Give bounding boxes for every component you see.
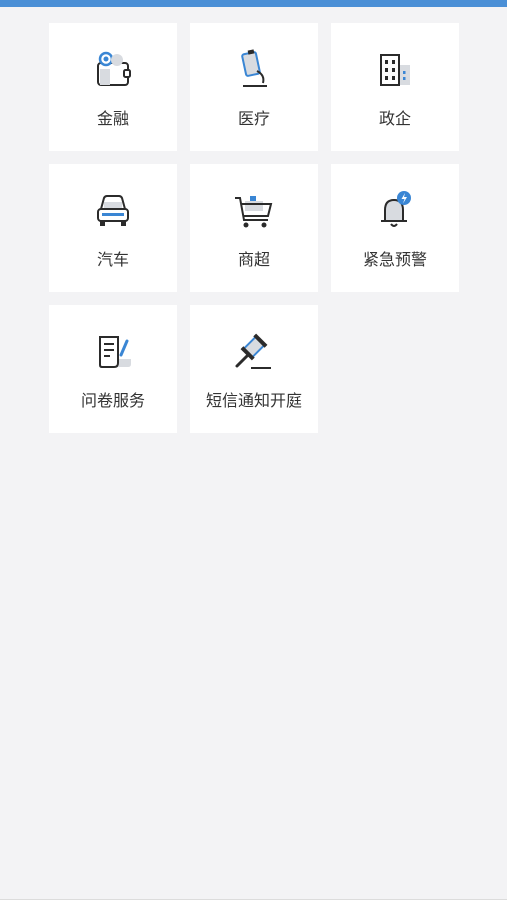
service-label: 问卷服务	[80, 391, 145, 410]
service-tile-emergency-alert[interactable]: 紧急预警	[331, 164, 459, 292]
service-label: 短信通知开庭	[205, 391, 302, 410]
top-accent-bar	[0, 0, 507, 7]
building-icon	[372, 47, 418, 93]
service-tile-finance[interactable]: 金融	[49, 23, 177, 151]
service-label: 金融	[96, 109, 129, 128]
car-icon	[90, 188, 136, 234]
service-label: 紧急预警	[362, 250, 427, 269]
wallet-icon	[90, 47, 136, 93]
shopping-cart-icon	[231, 188, 277, 234]
alarm-bell-icon	[372, 188, 418, 234]
medical-device-icon	[231, 47, 277, 93]
gavel-icon	[231, 329, 277, 375]
service-tile-medical[interactable]: 医疗	[190, 23, 318, 151]
service-tile-sms-court-notice[interactable]: 短信通知开庭	[190, 305, 318, 433]
service-label: 政企	[378, 109, 411, 128]
service-tile-car[interactable]: 汽车	[49, 164, 177, 292]
service-grid: 金融 医疗 政企 汽车 商超 紧急预警 问卷服务 短信通知开庭	[49, 23, 459, 433]
service-tile-questionnaire[interactable]: 问卷服务	[49, 305, 177, 433]
service-tile-government[interactable]: 政企	[331, 23, 459, 151]
service-label: 汽车	[96, 250, 129, 269]
questionnaire-icon	[90, 329, 136, 375]
service-label: 医疗	[237, 109, 270, 128]
service-tile-supermarket[interactable]: 商超	[190, 164, 318, 292]
service-label: 商超	[237, 250, 270, 269]
